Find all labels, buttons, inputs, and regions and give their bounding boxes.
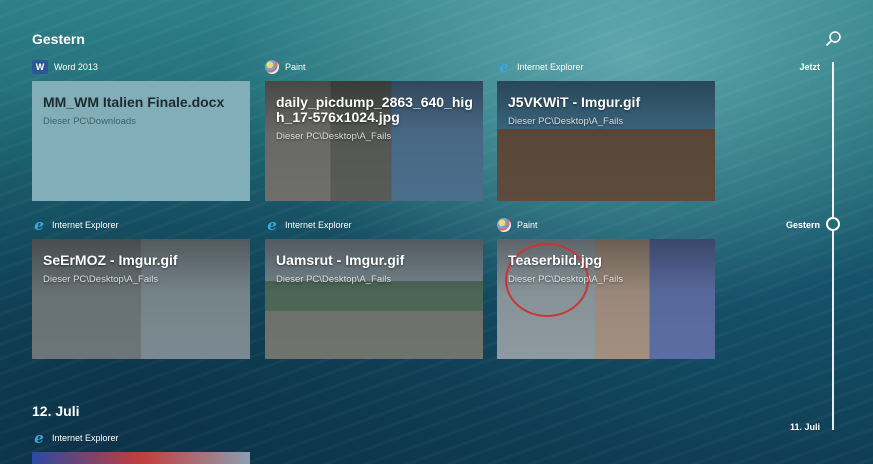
- card-app-name: Internet Explorer: [285, 220, 352, 230]
- paint-icon: [497, 218, 511, 232]
- internet-explorer-icon: e: [34, 216, 44, 234]
- card-app-header: Paint: [265, 58, 483, 76]
- card-app-header: Paint: [497, 216, 715, 234]
- card-path: Dieser PC\Downloads: [43, 116, 136, 127]
- card-title-text: Teaserbild.jpg: [508, 252, 602, 268]
- card-title: J5VKWiT - Imgur.gif Dieser PC\Desktop\A_…: [508, 95, 707, 129]
- activity-card[interactable]: SeErMOZ - Imgur.gif Dieser PC\Desktop\A_…: [32, 239, 250, 359]
- card-path: Dieser PC\Desktop\A_Fails: [508, 116, 624, 127]
- card-app-header: e Internet Explorer: [497, 58, 715, 76]
- section-title-july-12: 12. Juli: [32, 403, 80, 419]
- timeline-label-july-11: 11. Juli: [789, 422, 820, 432]
- card-title: Teaserbild.jpg Dieser PC\Desktop\A_Fails: [508, 253, 707, 287]
- card-app-name: Paint: [285, 62, 306, 72]
- timeline-label-yesterday: Gestern: [785, 220, 820, 230]
- internet-explorer-icon: e: [267, 216, 277, 234]
- internet-explorer-icon: e: [34, 429, 44, 447]
- card-app-header: e Internet Explorer: [32, 216, 250, 234]
- timeline-position-handle[interactable]: [826, 217, 840, 231]
- card-title-text: Uamsrut - Imgur.gif: [276, 252, 405, 268]
- activity-card[interactable]: MM_WM Italien Finale.docx Dieser PC\Down…: [32, 81, 250, 201]
- paint-icon: [265, 60, 279, 74]
- activity-card-group: Paint daily_picdump_2863_640_high_17-576…: [265, 58, 483, 201]
- search-icon[interactable]: [825, 31, 841, 47]
- section-title-yesterday: Gestern: [32, 31, 85, 47]
- card-app-name: Internet Explorer: [517, 62, 584, 72]
- timeline-label-now: Jetzt: [799, 62, 820, 72]
- card-path: Dieser PC\Desktop\A_Fails: [43, 274, 159, 285]
- card-title-text: SeErMOZ - Imgur.gif: [43, 252, 178, 268]
- card-title-text: J5VKWiT - Imgur.gif: [508, 94, 641, 110]
- card-path: Dieser PC\Desktop\A_Fails: [276, 131, 392, 142]
- card-path: Dieser PC\Desktop\A_Fails: [508, 274, 624, 285]
- card-path: Dieser PC\Desktop\A_Fails: [276, 274, 392, 285]
- activity-card-group: W Word 2013 MM_WM Italien Finale.docx Di…: [32, 58, 250, 201]
- activity-card-group: e Internet Explorer: [32, 429, 250, 464]
- activity-card-group: Paint Teaserbild.jpg Dieser PC\Desktop\A…: [497, 216, 715, 359]
- activity-card-group: e Internet Explorer Uamsrut - Imgur.gif …: [265, 216, 483, 359]
- timeline-scrollbar[interactable]: [832, 62, 834, 430]
- activity-card[interactable]: daily_picdump_2863_640_high_17-576x1024.…: [265, 81, 483, 201]
- activity-card-group: e Internet Explorer SeErMOZ - Imgur.gif …: [32, 216, 250, 359]
- activity-card-group: e Internet Explorer J5VKWiT - Imgur.gif …: [497, 58, 715, 201]
- card-title: MM_WM Italien Finale.docx Dieser PC\Down…: [43, 95, 242, 129]
- card-app-header: W Word 2013: [32, 58, 250, 76]
- card-app-header: e Internet Explorer: [265, 216, 483, 234]
- card-app-name: Word 2013: [54, 62, 98, 72]
- card-title: SeErMOZ - Imgur.gif Dieser PC\Desktop\A_…: [43, 253, 242, 287]
- card-app-name: Internet Explorer: [52, 433, 119, 443]
- card-app-name: Internet Explorer: [52, 220, 119, 230]
- card-title-text: daily_picdump_2863_640_high_17-576x1024.…: [276, 94, 473, 125]
- activity-card[interactable]: [32, 452, 250, 464]
- activity-card[interactable]: J5VKWiT - Imgur.gif Dieser PC\Desktop\A_…: [497, 81, 715, 201]
- activity-card[interactable]: Uamsrut - Imgur.gif Dieser PC\Desktop\A_…: [265, 239, 483, 359]
- card-title-text: MM_WM Italien Finale.docx: [43, 94, 225, 110]
- internet-explorer-icon: e: [499, 58, 509, 76]
- card-title: daily_picdump_2863_640_high_17-576x1024.…: [276, 95, 475, 144]
- card-title: Uamsrut - Imgur.gif Dieser PC\Desktop\A_…: [276, 253, 475, 287]
- word-icon: W: [32, 60, 48, 74]
- card-app-header: e Internet Explorer: [32, 429, 250, 447]
- card-app-name: Paint: [517, 220, 538, 230]
- activity-card[interactable]: Teaserbild.jpg Dieser PC\Desktop\A_Fails: [497, 239, 715, 359]
